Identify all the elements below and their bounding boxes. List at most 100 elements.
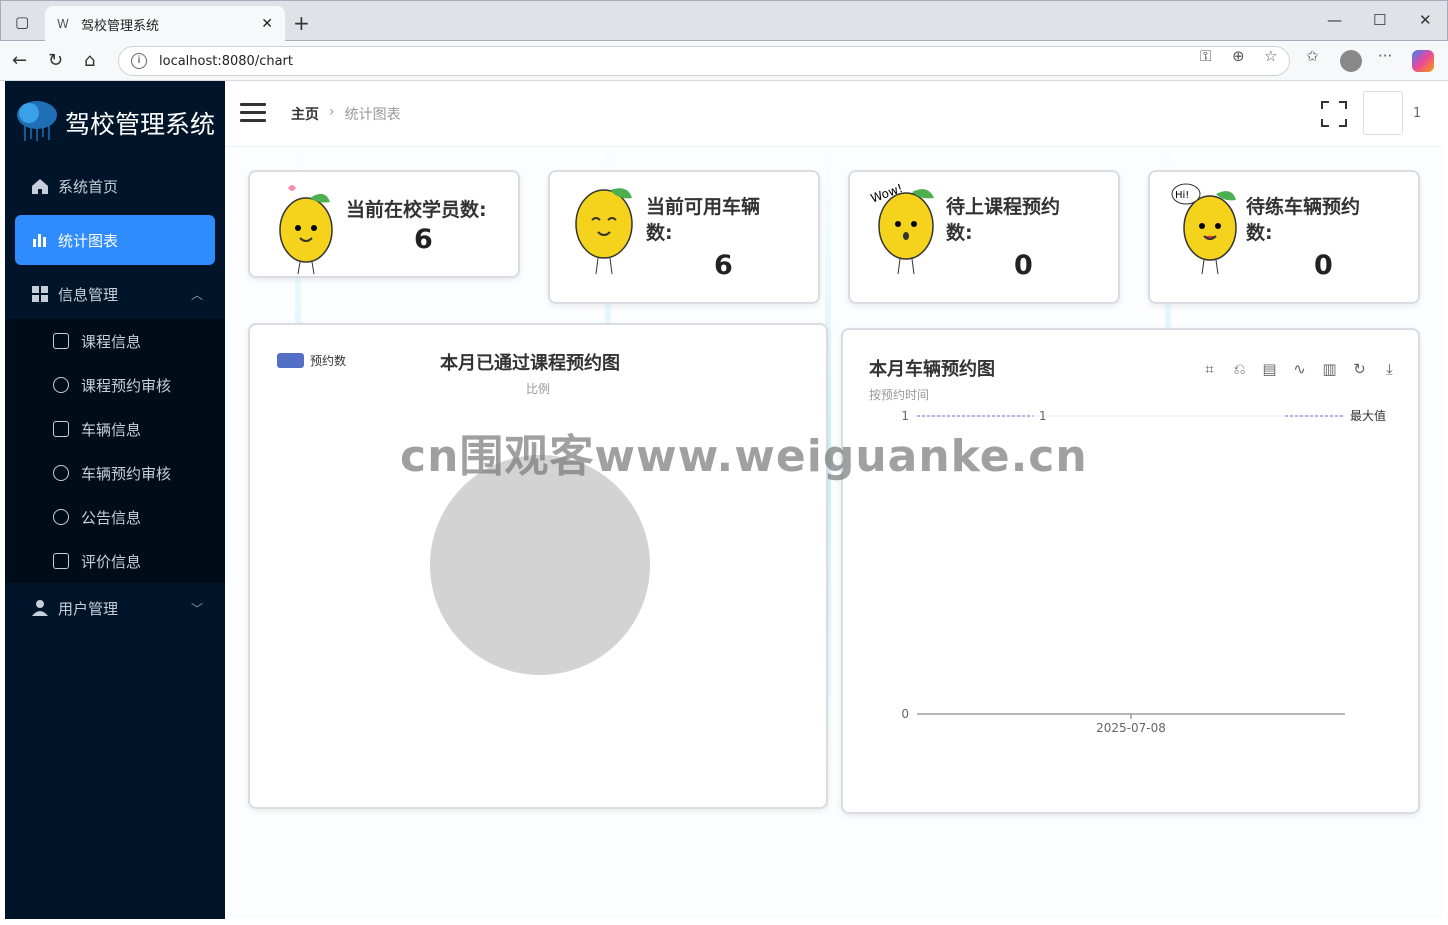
pie-empty-circle bbox=[430, 455, 650, 675]
avatar[interactable] bbox=[1363, 91, 1403, 135]
pie-legend[interactable]: 预约数 bbox=[277, 352, 346, 369]
new-tab-icon[interactable]: + bbox=[293, 11, 310, 35]
site-info-icon[interactable]: i bbox=[131, 53, 147, 69]
stat-card-vehicle-bookings: Hi! 待练车辆预约数: 0 bbox=[1148, 170, 1420, 304]
legend-swatch bbox=[277, 353, 304, 368]
course-icon bbox=[53, 333, 69, 349]
user-count: 1 bbox=[1413, 106, 1422, 121]
menu-toggle-icon[interactable] bbox=[240, 103, 266, 123]
close-window-icon[interactable]: ✕ bbox=[1419, 11, 1432, 29]
breadcrumb-home[interactable]: 主页 bbox=[291, 104, 319, 124]
sidebar-item-label: 公告信息 bbox=[81, 508, 142, 527]
stat-card-students: 当前在校学员数: 6 bbox=[248, 170, 520, 278]
grid-icon bbox=[32, 286, 48, 302]
home-icon bbox=[32, 179, 48, 194]
top-header: 主页 › 统计图表 1 bbox=[225, 81, 1443, 147]
x-tick-label: 2025-07-08 bbox=[1096, 721, 1166, 735]
tab-actions-icon[interactable]: ▢ bbox=[15, 13, 29, 31]
key-icon[interactable]: ⚿ bbox=[1200, 47, 1211, 65]
sidebar-item-label: 课程预约审核 bbox=[81, 376, 172, 395]
minimize-icon[interactable]: — bbox=[1327, 11, 1342, 29]
markline-name-label: 最大值 bbox=[1350, 408, 1386, 423]
sidebar-item-vehicle-info[interactable]: 车辆信息 bbox=[5, 407, 225, 451]
main-content: 主页 › 统计图表 1 当前在校学员数: 6 当前可用车辆数: 6 Wow! 待… bbox=[225, 81, 1443, 919]
tab-title: 驾校管理系统 bbox=[81, 18, 160, 34]
stat-label: 待上课程预约数: bbox=[946, 196, 1061, 244]
stat-card-course-bookings: Wow! 待上课程预约数: 0 bbox=[848, 170, 1120, 304]
sidebar-item-label: 信息管理 bbox=[58, 285, 119, 304]
sidebar-menu: 系统首页 统计图表 信息管理 ︿ 课程信息 课程预约审核 车辆信息 车辆预约审核… bbox=[5, 161, 225, 633]
sidebar-item-label: 车辆信息 bbox=[81, 420, 142, 439]
check-circle-icon bbox=[53, 465, 69, 481]
sidebar-item-notice[interactable]: 公告信息 bbox=[5, 495, 225, 539]
back-icon[interactable]: ← bbox=[12, 50, 27, 71]
favorites-icon[interactable]: ✩ bbox=[1306, 47, 1319, 65]
fullscreen-icon[interactable] bbox=[1321, 101, 1347, 127]
chevron-up-icon: ︿ bbox=[190, 287, 203, 302]
url-text: localhost:8080/chart bbox=[159, 53, 293, 69]
favorite-star-icon[interactable]: ☆ bbox=[1264, 47, 1277, 65]
sidebar-item-review[interactable]: 评价信息 bbox=[5, 539, 225, 583]
browser-tab-strip: ▢ W 驾校管理系统 ✕ + — ☐ ✕ bbox=[0, 0, 1448, 42]
document-icon bbox=[53, 553, 69, 569]
stat-label: 待练车辆预约数: bbox=[1246, 196, 1361, 244]
sidebar-item-label: 用户管理 bbox=[58, 599, 119, 618]
sidebar-item-label: 评价信息 bbox=[81, 552, 142, 571]
favicon-icon: W bbox=[57, 17, 69, 31]
breadcrumb-separator-icon: › bbox=[329, 104, 335, 120]
line-chart-panel: 本月车辆预约图 按预约时间 ⌗ ⎌ ▤ ∿ ▥ ↻ ⤓ 1 1 最大值 0 20… bbox=[841, 328, 1420, 814]
sidebar-item-label: 系统首页 bbox=[58, 177, 119, 196]
lemon-mascot-icon bbox=[279, 185, 333, 275]
maximize-icon[interactable]: ☐ bbox=[1373, 11, 1386, 29]
legend-label: 预约数 bbox=[310, 354, 347, 368]
logo-icon bbox=[17, 101, 57, 141]
close-tab-icon[interactable]: ✕ bbox=[261, 16, 273, 32]
lemon-mascot-icon bbox=[575, 188, 633, 275]
profile-icon[interactable] bbox=[1340, 50, 1362, 72]
breadcrumb: 主页 › 统计图表 bbox=[291, 104, 401, 124]
stat-value: 0 bbox=[1314, 250, 1333, 281]
sidebar-item-chart[interactable]: 统计图表 bbox=[15, 215, 215, 265]
line-chart-svg: 1 1 最大值 0 2025-07-08 bbox=[901, 408, 1386, 735]
sidebar-item-course-info[interactable]: 课程信息 bbox=[5, 319, 225, 363]
watermark-text: cn围观客www.weiguanke.cn bbox=[400, 431, 1088, 482]
more-icon[interactable]: ··· bbox=[1378, 47, 1392, 65]
home-icon[interactable]: ⌂ bbox=[84, 50, 95, 71]
pie-chart-panel: 预约数 本月已通过课程预约图 比例 bbox=[248, 323, 828, 809]
svg-text:Hi!: Hi! bbox=[1175, 190, 1189, 201]
stat-card-vehicles: 当前可用车辆数: 6 bbox=[548, 170, 820, 304]
sidebar-item-label: 课程信息 bbox=[81, 332, 142, 351]
browser-tab[interactable]: W 驾校管理系统 ✕ bbox=[45, 6, 285, 42]
pie-chart-title: 本月已通过课程预约图 bbox=[440, 353, 620, 374]
y-tick-label: 0 bbox=[901, 707, 909, 721]
info-submenu: 课程信息 课程预约审核 车辆信息 车辆预约审核 公告信息 评价信息 bbox=[5, 319, 225, 583]
address-bar[interactable]: i localhost:8080/chart bbox=[118, 46, 1290, 76]
chevron-down-icon: ﹀ bbox=[190, 601, 203, 616]
lemon-mascot-icon: Hi! bbox=[1171, 183, 1237, 275]
bar-chart-icon bbox=[33, 234, 46, 247]
lemon-mascot-icon: Wow! bbox=[870, 181, 934, 275]
stat-value: 6 bbox=[414, 224, 433, 255]
zoom-icon[interactable]: ⊕ bbox=[1232, 47, 1245, 65]
sidebar-item-course-review[interactable]: 课程预约审核 bbox=[5, 363, 225, 407]
browser-toolbar: ← ↻ ⌂ i localhost:8080/chart ⚿ ⊕ ☆ ✩ ··· bbox=[0, 41, 1448, 81]
breadcrumb-current: 统计图表 bbox=[344, 107, 401, 123]
sidebar-item-user-management[interactable]: 用户管理 ﹀ bbox=[5, 583, 225, 633]
sidebar-item-home[interactable]: 系统首页 bbox=[5, 161, 225, 211]
check-circle-icon bbox=[53, 377, 69, 393]
sidebar-item-info-management[interactable]: 信息管理 ︿ bbox=[5, 269, 225, 319]
brand-title: 驾校管理系统 bbox=[65, 110, 216, 139]
sidebar-item-vehicle-review[interactable]: 车辆预约审核 bbox=[5, 451, 225, 495]
truck-icon bbox=[53, 421, 69, 437]
user-icon bbox=[32, 600, 48, 616]
sidebar-item-label: 统计图表 bbox=[58, 231, 119, 250]
reload-icon[interactable]: ↻ bbox=[48, 50, 63, 71]
pie-chart-subtitle: 比例 bbox=[526, 382, 551, 396]
stat-label: 当前可用车辆数: bbox=[646, 196, 761, 244]
stat-label: 当前在校学员数: bbox=[346, 199, 487, 221]
sidebar-item-label: 车辆预约审核 bbox=[81, 464, 172, 483]
stat-value: 0 bbox=[1014, 250, 1033, 281]
stat-value: 6 bbox=[714, 250, 733, 281]
copilot-icon[interactable] bbox=[1412, 50, 1434, 72]
sidebar: 驾校管理系统 系统首页 统计图表 信息管理 ︿ 课程信息 课程预约审核 车辆信息… bbox=[5, 81, 225, 919]
